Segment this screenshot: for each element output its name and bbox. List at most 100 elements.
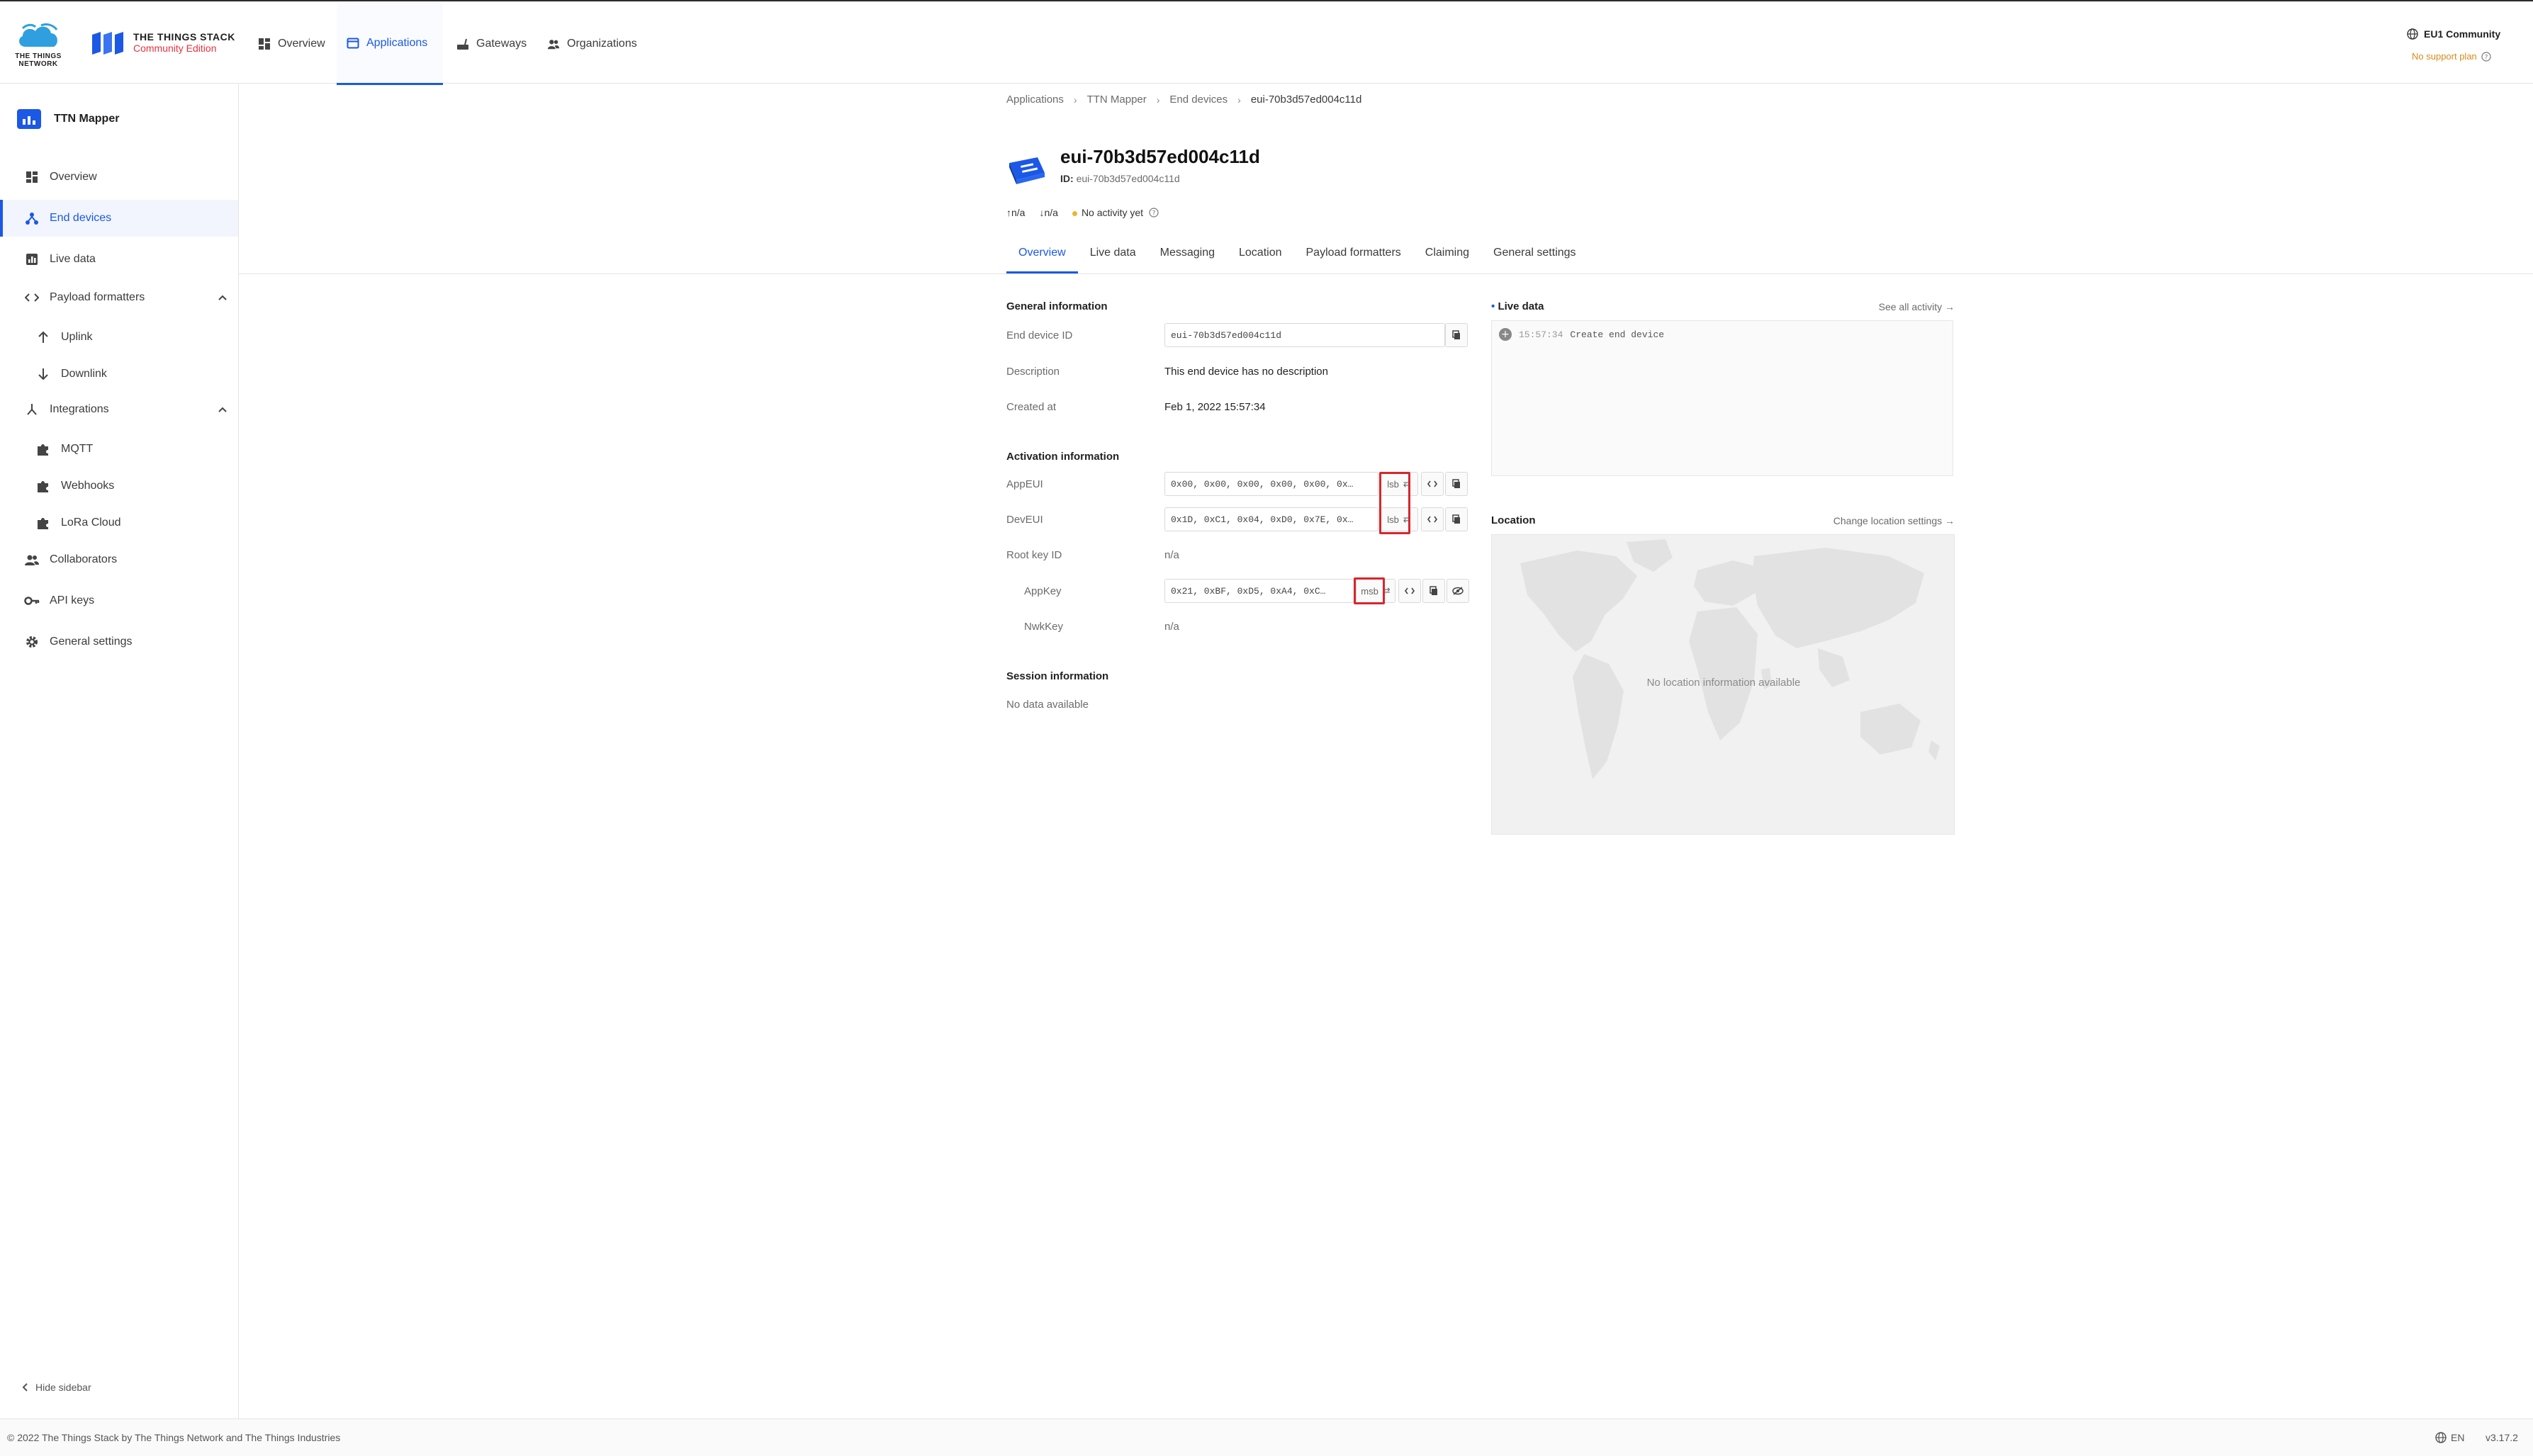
sidebar-item-label: Overview bbox=[50, 171, 97, 183]
topnav-organizations[interactable]: Organizations bbox=[537, 3, 647, 85]
ttn-logo[interactable]: THE THINGS NETWORK bbox=[13, 20, 64, 68]
tab-location[interactable]: Location bbox=[1227, 238, 1294, 273]
sidebar-item-label: End devices bbox=[50, 212, 112, 224]
integrations-icon bbox=[24, 402, 40, 417]
description-label: Description bbox=[1006, 366, 1060, 378]
hide-sidebar-label: Hide sidebar bbox=[35, 1382, 91, 1393]
sidebar-item-webhooks[interactable]: Webhooks bbox=[0, 468, 238, 504]
key-icon bbox=[24, 593, 40, 609]
sidebar-item-api-keys[interactable]: API keys bbox=[0, 582, 238, 619]
format-toggle-button[interactable] bbox=[1421, 472, 1444, 496]
puzzle-icon bbox=[35, 515, 51, 531]
appkey-label: AppKey bbox=[1024, 585, 1062, 597]
copyright-text: © 2022 The Things Stack by The Things Ne… bbox=[7, 1432, 341, 1443]
tab-general-settings[interactable]: General settings bbox=[1481, 238, 1588, 273]
copy-icon bbox=[1430, 586, 1437, 595]
app-title-label: TTN Mapper bbox=[54, 113, 120, 125]
application-chart-icon bbox=[17, 109, 41, 129]
see-all-activity-link[interactable]: See all activity → bbox=[1879, 301, 1955, 312]
sidebar-item-end-devices[interactable]: End devices bbox=[0, 200, 238, 237]
application-icon bbox=[347, 38, 359, 48]
sidebar-item-live-data[interactable]: Live data bbox=[0, 241, 238, 278]
activity-status: No activity yet ? bbox=[1072, 207, 1159, 218]
sidebar-item-label: Webhooks bbox=[61, 480, 115, 492]
breadcrumb-end-devices[interactable]: End devices bbox=[1169, 94, 1228, 106]
tab-live-data[interactable]: Live data bbox=[1078, 238, 1148, 273]
sidebar-item-integrations[interactable]: Integrations bbox=[0, 391, 238, 428]
appeui-field[interactable]: 0x00, 0x00, 0x00, 0x00, 0x00, 0x… bbox=[1164, 472, 1378, 496]
topnav-label: Gateways bbox=[476, 38, 527, 50]
format-toggle-button[interactable] bbox=[1421, 507, 1444, 531]
stack-logo[interactable]: THE THINGS STACK Community Edition bbox=[91, 30, 235, 55]
downlink-count: ↓n/a bbox=[1039, 207, 1058, 218]
sidebar-item-collaborators[interactable]: Collaborators bbox=[0, 541, 238, 578]
copy-button[interactable] bbox=[1422, 579, 1445, 603]
top-header: THE THINGS NETWORK THE THINGS STACK Comm… bbox=[0, 0, 2533, 85]
general-info-title: General information bbox=[1006, 300, 1108, 312]
appkey-value: 0x21, 0xBF, 0xD5, 0xA4, 0xC… bbox=[1171, 585, 1326, 597]
language-selector[interactable]: EN bbox=[2435, 1432, 2464, 1443]
sidebar-item-downlink[interactable]: Downlink bbox=[0, 356, 238, 393]
gateway-icon bbox=[457, 38, 468, 50]
cluster-selector[interactable]: EU1 Community bbox=[2407, 28, 2500, 40]
tab-messaging[interactable]: Messaging bbox=[1148, 238, 1227, 273]
people-icon bbox=[24, 552, 40, 568]
topnav-label: Applications bbox=[366, 36, 428, 49]
chevron-left-icon bbox=[22, 1383, 28, 1392]
help-icon: ? bbox=[2481, 51, 2491, 62]
sidebar-item-mqtt[interactable]: MQTT bbox=[0, 431, 238, 468]
sidebar-item-lora-cloud[interactable]: LoRa Cloud bbox=[0, 504, 238, 541]
appeui-label: AppEUI bbox=[1006, 478, 1043, 490]
sidebar-item-uplink[interactable]: Uplink bbox=[0, 319, 238, 356]
device-id-label: ID: bbox=[1060, 173, 1074, 184]
copy-button[interactable] bbox=[1445, 507, 1468, 531]
chevron-up-icon[interactable] bbox=[217, 292, 228, 303]
hide-sidebar-button[interactable]: Hide sidebar bbox=[21, 1382, 91, 1393]
device-tabs: Overview Live data Messaging Location Pa… bbox=[1006, 238, 1588, 273]
sidebar-item-label: MQTT bbox=[61, 443, 94, 455]
sidebar-item-label: Downlink bbox=[61, 368, 107, 380]
toggle-visibility-button[interactable] bbox=[1447, 579, 1469, 603]
tab-claiming[interactable]: Claiming bbox=[1413, 238, 1481, 273]
puzzle-icon bbox=[35, 478, 51, 494]
language-label: EN bbox=[2451, 1432, 2465, 1443]
deveui-field[interactable]: 0x1D, 0xC1, 0x04, 0xD0, 0x7E, 0x… bbox=[1164, 507, 1378, 531]
created-value: Feb 1, 2022 15:57:34 bbox=[1164, 401, 1266, 413]
sidebar-item-overview[interactable]: Overview bbox=[0, 159, 238, 196]
copy-button[interactable] bbox=[1445, 472, 1468, 496]
breadcrumb-current: eui-70b3d57ed004c11d bbox=[1250, 94, 1362, 106]
version-label: v3.17.2 bbox=[2486, 1432, 2518, 1443]
topnav-overview[interactable]: Overview bbox=[248, 3, 335, 85]
device-id: ID: eui-70b3d57ed004c11d bbox=[1060, 173, 1180, 184]
topnav-label: Organizations bbox=[567, 38, 637, 50]
sidebar-item-general-settings[interactable]: General settings bbox=[0, 623, 238, 660]
cluster-label: EU1 Community bbox=[2424, 28, 2501, 40]
help-icon[interactable]: ? bbox=[1149, 208, 1159, 218]
tab-payload-formatters[interactable]: Payload formatters bbox=[1294, 238, 1413, 273]
live-data-entry[interactable]: + 15:57:34 Create end device bbox=[1499, 328, 1664, 341]
code-icon bbox=[1427, 516, 1437, 523]
appkey-field[interactable]: 0x21, 0xBF, 0xD5, 0xA4, 0xC… bbox=[1164, 579, 1354, 603]
tab-overview[interactable]: Overview bbox=[1006, 238, 1078, 273]
nwkkey-label: NwkKey bbox=[1024, 621, 1064, 633]
breadcrumb-separator: › bbox=[1156, 94, 1160, 106]
sidebar-item-payload-formatters[interactable]: Payload formatters bbox=[0, 279, 238, 316]
status-dot bbox=[1072, 211, 1077, 216]
deveui-value: 0x1D, 0xC1, 0x04, 0xD0, 0x7E, 0x… bbox=[1171, 514, 1354, 525]
copy-icon bbox=[1452, 330, 1460, 339]
footer: © 2022 The Things Stack by The Things Ne… bbox=[0, 1418, 2533, 1456]
topnav-gateways[interactable]: Gateways bbox=[446, 3, 537, 85]
eye-off-icon bbox=[1452, 587, 1464, 595]
end-device-id-field[interactable]: eui-70b3d57ed004c11d bbox=[1164, 323, 1445, 347]
chevron-up-icon[interactable] bbox=[217, 404, 228, 415]
copy-button[interactable] bbox=[1445, 323, 1468, 347]
sidebar-app-title[interactable]: TTN Mapper bbox=[17, 109, 119, 129]
uplink-count: ↑n/a bbox=[1006, 207, 1026, 218]
support-plan-link[interactable]: No support plan ? bbox=[2412, 51, 2491, 62]
format-toggle-button[interactable] bbox=[1398, 579, 1421, 603]
topnav-applications[interactable]: Applications bbox=[337, 3, 443, 85]
change-location-link[interactable]: Change location settings → bbox=[1833, 515, 1955, 526]
breadcrumb-application[interactable]: TTN Mapper bbox=[1087, 94, 1147, 106]
stack-logo-icon bbox=[92, 32, 123, 55]
breadcrumb-applications[interactable]: Applications bbox=[1006, 94, 1064, 106]
